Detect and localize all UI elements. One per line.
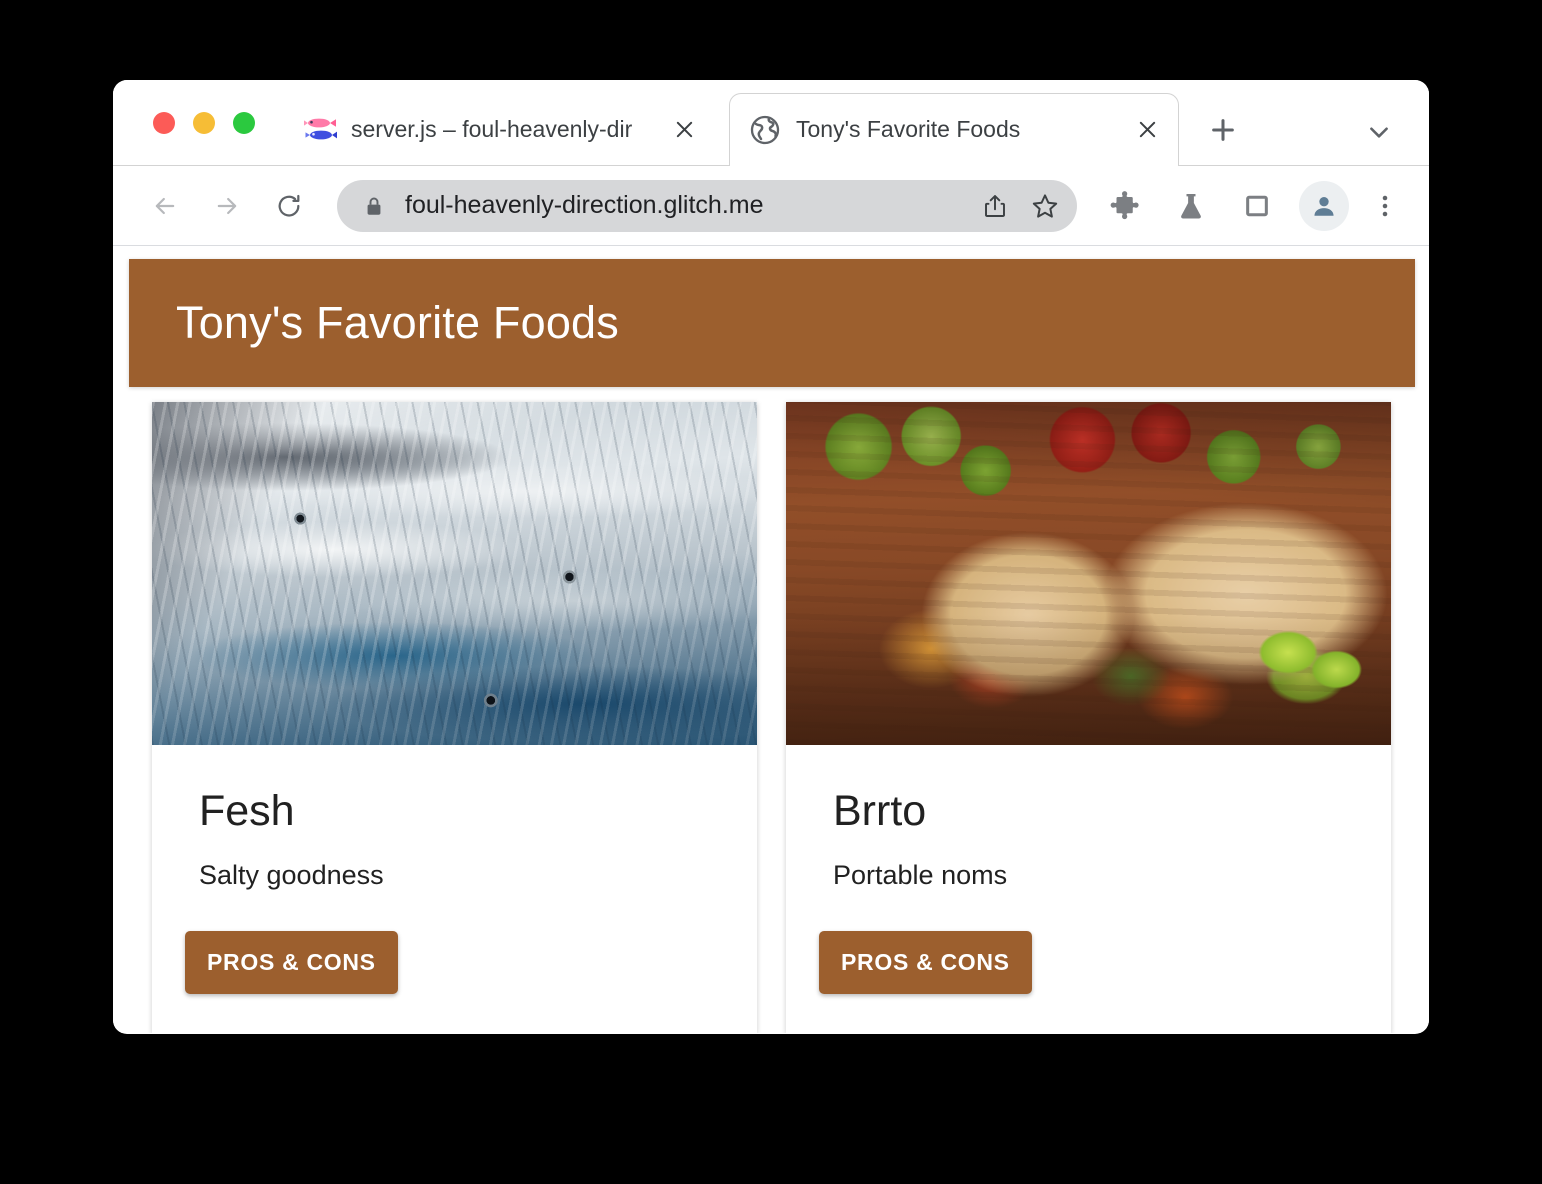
- address-bar[interactable]: foul-heavenly-direction.glitch.me: [337, 179, 1077, 232]
- globe-icon: [748, 115, 782, 145]
- card-title: Fesh: [199, 787, 295, 835]
- tab-tonys-favorite-foods[interactable]: Tony's Favorite Foods: [729, 93, 1179, 167]
- card-title: Brrto: [833, 787, 927, 835]
- tab-close-icon[interactable]: [1130, 113, 1164, 147]
- food-card-brrto: Brrto Portable noms PROS & CONS: [786, 402, 1391, 1033]
- toolbar-actions: [1085, 180, 1429, 232]
- tab-strip: server.js – foul-heavenly-dir Tony's Fav…: [113, 80, 1429, 167]
- split-panel-icon[interactable]: [1231, 180, 1283, 232]
- url-text[interactable]: foul-heavenly-direction.glitch.me: [405, 191, 971, 220]
- window-minimize-button[interactable]: [193, 111, 215, 134]
- chicken-burrito-photo: [786, 402, 1391, 745]
- card-actions: PROS & CONS: [786, 891, 1391, 1033]
- food-card-fesh: Fesh Salty goodness PROS & CONS: [152, 402, 757, 1033]
- star-icon[interactable]: [1021, 182, 1069, 230]
- card-image-fesh: [152, 402, 757, 745]
- card-image-brrto: [786, 402, 1391, 745]
- browser-window: server.js – foul-heavenly-dir Tony's Fav…: [113, 80, 1429, 1034]
- card-body: Fesh Salty goodness: [152, 745, 757, 891]
- pros-and-cons-button[interactable]: PROS & CONS: [819, 931, 1032, 995]
- new-tab-icon[interactable]: [1201, 108, 1245, 152]
- chevron-down-icon[interactable]: [1357, 110, 1401, 154]
- lock-icon: [363, 195, 385, 217]
- reload-icon[interactable]: [263, 180, 315, 232]
- card-subtitle: Salty goodness: [199, 860, 384, 891]
- browser-toolbar: foul-heavenly-direction.glitch.me: [113, 166, 1429, 246]
- card-body: Brrto Portable noms: [786, 745, 1391, 891]
- card-actions: PROS & CONS: [152, 891, 757, 1033]
- fresh-mackerel-fish-photo: [152, 402, 757, 745]
- back-arrow-icon[interactable]: [139, 180, 191, 232]
- flask-icon[interactable]: [1165, 180, 1217, 232]
- tab-close-icon[interactable]: [667, 112, 701, 146]
- tab-title: server.js – foul-heavenly-dir: [351, 115, 633, 142]
- site-header: Tony's Favorite Foods: [129, 259, 1415, 387]
- tab-server-js[interactable]: server.js – foul-heavenly-dir: [285, 93, 715, 165]
- three-dot-menu-icon[interactable]: [1363, 180, 1407, 232]
- pros-and-cons-button[interactable]: PROS & CONS: [185, 931, 398, 995]
- page-viewport: Tony's Favorite Foods Fesh Salty goodnes…: [113, 246, 1429, 1033]
- window-close-button[interactable]: [153, 111, 175, 134]
- forward-arrow-icon[interactable]: [201, 180, 253, 232]
- page-title: Tony's Favorite Foods: [176, 297, 619, 348]
- tab-list: server.js – foul-heavenly-dir Tony's Fav…: [285, 80, 1179, 167]
- glitch-fish-icon: [303, 114, 337, 144]
- window-traffic-lights: [153, 111, 255, 134]
- person-avatar-icon[interactable]: [1299, 180, 1349, 231]
- window-maximize-button[interactable]: [233, 111, 255, 134]
- puzzle-icon[interactable]: [1099, 180, 1151, 232]
- tab-title: Tony's Favorite Foods: [796, 116, 1021, 142]
- food-card-grid: Fesh Salty goodness PROS & CONS Brrto Po…: [152, 402, 1398, 1033]
- share-icon[interactable]: [971, 182, 1019, 230]
- card-subtitle: Portable noms: [833, 860, 1008, 891]
